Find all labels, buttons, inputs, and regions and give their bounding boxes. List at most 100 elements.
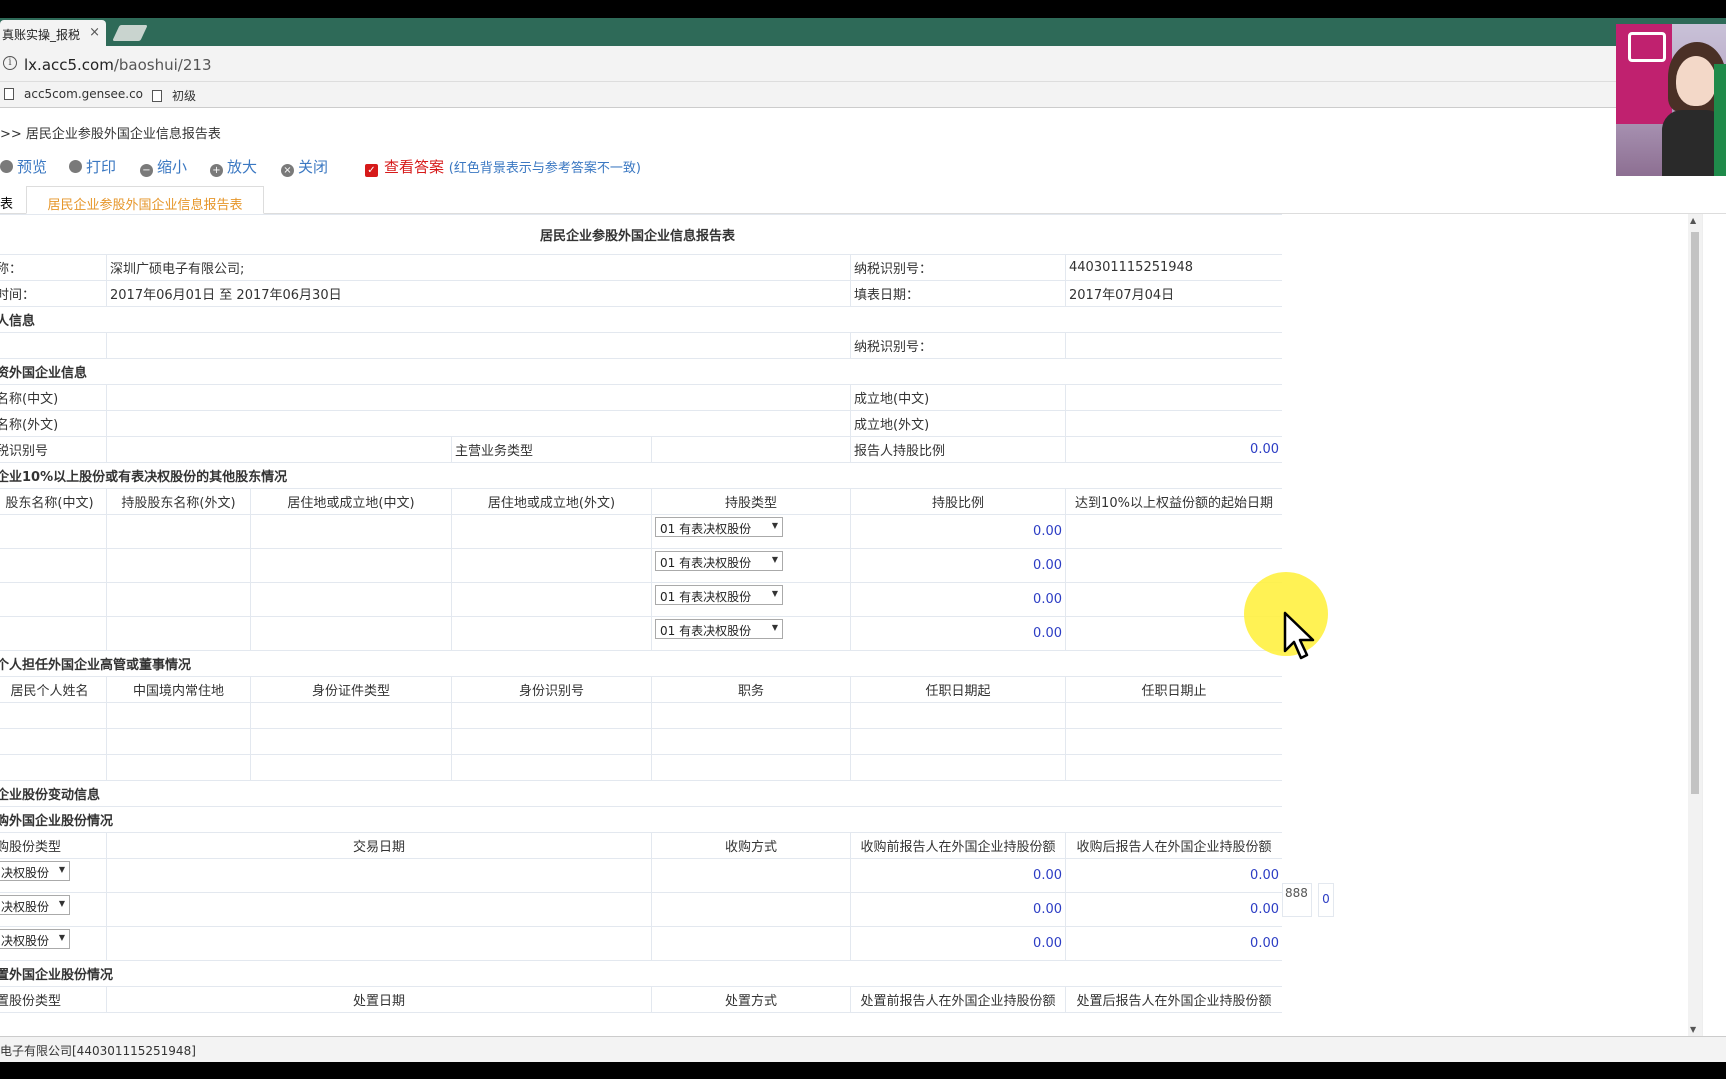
after-share-input[interactable]: 0.00 — [1065, 858, 1282, 893]
holding-type-select[interactable]: 01 有表决权股份 — [655, 585, 783, 605]
holding-ratio-input[interactable]: 0.00 — [1065, 436, 1282, 463]
tax-no-input[interactable] — [106, 436, 452, 463]
start-date-input[interactable] — [850, 754, 1066, 781]
taxpayer-row: 称： 深圳广硕电子有限公司; 纳税识别号： 440301115251948 — [0, 254, 1282, 281]
extra-cell-value[interactable]: 0 — [1318, 883, 1334, 917]
shareholder-header-row: 股东名称(中文) 持股股东名称(外文) 居住地或成立地(中文) 居住地或成立地(… — [0, 488, 1282, 515]
start-date-input[interactable] — [850, 702, 1066, 729]
shareholding-ratio-input[interactable]: 0.00 — [850, 548, 1066, 583]
name-en-input[interactable] — [106, 410, 851, 437]
shareholding-ratio-input[interactable]: 0.00 — [850, 582, 1066, 617]
browser-tab-active[interactable]: 真账实操_报税 × — [0, 20, 106, 46]
end-date-input[interactable] — [1065, 728, 1282, 755]
end-date-input[interactable] — [1065, 754, 1282, 781]
shareholder-name-en-input[interactable] — [106, 616, 251, 651]
zoom-in-button[interactable]: + 放大 — [210, 156, 257, 177]
holding-type-select[interactable]: 01 有表决权股份 — [655, 517, 783, 537]
director-name-input[interactable] — [0, 754, 107, 781]
director-name-input[interactable] — [0, 702, 107, 729]
position-input[interactable] — [651, 702, 851, 729]
residence-cn-input[interactable] — [250, 582, 452, 617]
print-button[interactable]: 打印 — [69, 156, 116, 177]
new-tab-button[interactable] — [112, 25, 148, 41]
residence-en-input[interactable] — [451, 548, 652, 583]
business-type-input[interactable] — [651, 436, 851, 463]
extra-cell[interactable]: 888 — [1282, 883, 1312, 917]
est-en-input[interactable] — [1065, 410, 1282, 437]
bookmark-label: acc5com.gensee.co — [24, 87, 144, 101]
id-number-input[interactable] — [451, 728, 652, 755]
scroll-down-arrow-icon[interactable]: ▼ — [1690, 1025, 1696, 1034]
person-name-input[interactable] — [106, 332, 851, 359]
shareholder-name-cn-input[interactable] — [0, 514, 107, 549]
status-bar: 电子有限公司[440301115251948] — [0, 1036, 1726, 1062]
before-share-input[interactable]: 0.00 — [850, 858, 1066, 893]
address-bar[interactable]: i lx.acc5.com/baoshui/213 — [0, 46, 1726, 82]
id-type-input[interactable] — [250, 754, 452, 781]
id-type-input[interactable] — [250, 728, 452, 755]
start-date-input[interactable] — [850, 728, 1066, 755]
shareholding-ratio-input[interactable]: 0.00 — [850, 514, 1066, 549]
url-text[interactable]: lx.acc5.com/baoshui/213 — [24, 56, 211, 74]
domicile-input[interactable] — [106, 702, 251, 729]
acquire-method-input[interactable] — [651, 892, 851, 927]
close-button[interactable]: × 关闭 — [281, 156, 328, 177]
residence-cn-input[interactable] — [250, 548, 452, 583]
trade-date-input[interactable] — [106, 926, 652, 961]
position-input[interactable] — [651, 754, 851, 781]
residence-cn-input[interactable] — [250, 616, 452, 651]
before-share-input[interactable]: 0.00 — [850, 926, 1066, 961]
domicile-input[interactable] — [106, 728, 251, 755]
zoom-out-button[interactable]: − 缩小 — [140, 156, 187, 177]
end-date-input[interactable] — [1065, 702, 1282, 729]
id-type-input[interactable] — [250, 702, 452, 729]
vertical-scrollbar[interactable]: ▲ ▼ — [1688, 214, 1702, 1036]
info-icon[interactable]: i — [3, 56, 17, 70]
preview-button[interactable]: 预览 — [0, 156, 47, 177]
after-share-input[interactable]: 0.00 — [1065, 926, 1282, 961]
bookmark-item[interactable]: 初级 — [152, 87, 196, 104]
shareholding-ratio-input[interactable]: 0.00 — [850, 616, 1066, 651]
trade-date-input[interactable] — [106, 892, 652, 927]
close-tab-icon[interactable]: × — [89, 25, 100, 40]
shareholder-name-en-input[interactable] — [106, 514, 251, 549]
shareholder-name-en-input[interactable] — [106, 582, 251, 617]
bookmark-label: 初级 — [172, 89, 197, 103]
id-number-input[interactable] — [451, 754, 652, 781]
shareholder-name-en-input[interactable] — [106, 548, 251, 583]
check-answer-toggle[interactable]: ✓ 查看答案 (红色背景表示与参考答案不一致) — [365, 156, 641, 177]
residence-en-input[interactable] — [451, 514, 652, 549]
acquire-method-input[interactable] — [651, 858, 851, 893]
shareholder-name-cn-input[interactable] — [0, 616, 107, 651]
id-number-input[interactable] — [451, 702, 652, 729]
share-type-select[interactable]: 决权股份 — [0, 895, 70, 915]
acquire-method-input[interactable] — [651, 926, 851, 961]
shareholder-name-cn-input[interactable] — [0, 548, 107, 583]
tab-previous[interactable]: 表 — [0, 186, 13, 214]
bookmark-item[interactable]: acc5com.gensee.co — [4, 87, 143, 101]
residence-cn-input[interactable] — [250, 514, 452, 549]
start-date-input[interactable] — [1065, 514, 1282, 549]
trade-date-input[interactable] — [106, 858, 652, 893]
scrollbar-thumb[interactable] — [1691, 232, 1699, 794]
est-cn-input[interactable] — [1065, 384, 1282, 411]
director-name-input[interactable] — [0, 728, 107, 755]
position-input[interactable] — [651, 728, 851, 755]
foreign-name-en-row: 名称(外文) 成立地(外文) — [0, 410, 1282, 437]
residence-en-input[interactable] — [451, 582, 652, 617]
holding-type-select[interactable]: 01 有表决权股份 — [655, 619, 783, 639]
share-type-select[interactable]: 决权股份 — [0, 929, 70, 949]
holding-type-select[interactable]: 01 有表决权股份 — [655, 551, 783, 571]
before-share-input[interactable]: 0.00 — [850, 892, 1066, 927]
share-type-select[interactable]: 决权股份 — [0, 861, 70, 881]
scroll-up-arrow-icon[interactable]: ▲ — [1690, 216, 1696, 225]
person-tax-id-input[interactable] — [1065, 332, 1282, 359]
residence-en-input[interactable] — [451, 616, 652, 651]
after-share-input[interactable]: 0.00 — [1065, 892, 1282, 927]
start-date-input[interactable] — [1065, 548, 1282, 583]
domicile-input[interactable] — [106, 754, 251, 781]
name-cn-input[interactable] — [106, 384, 851, 411]
checkbox-checked-icon[interactable]: ✓ — [365, 164, 378, 177]
shareholder-name-cn-input[interactable] — [0, 582, 107, 617]
tab-foreign-shareholding-report[interactable]: 居民企业参股外国企业信息报告表 — [26, 186, 264, 214]
